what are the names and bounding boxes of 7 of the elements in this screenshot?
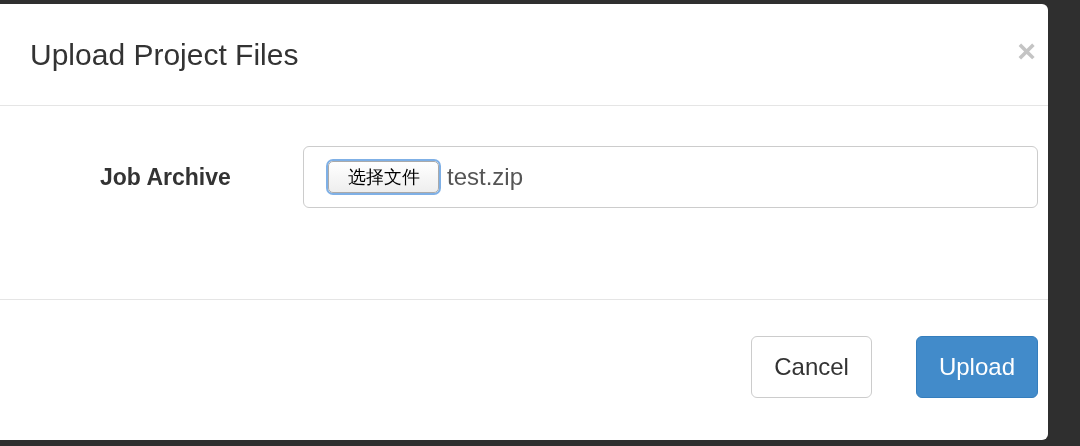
file-field[interactable]: 选择文件 test.zip <box>303 146 1038 208</box>
file-name: test.zip <box>447 163 524 191</box>
cancel-button[interactable]: Cancel <box>751 336 872 398</box>
choose-file-button[interactable]: 选择文件 <box>328 161 439 193</box>
field-label: Job Archive <box>100 163 232 191</box>
upload-button[interactable]: Upload <box>915 336 1038 398</box>
dialog-title: Upload Project Files <box>30 37 299 72</box>
